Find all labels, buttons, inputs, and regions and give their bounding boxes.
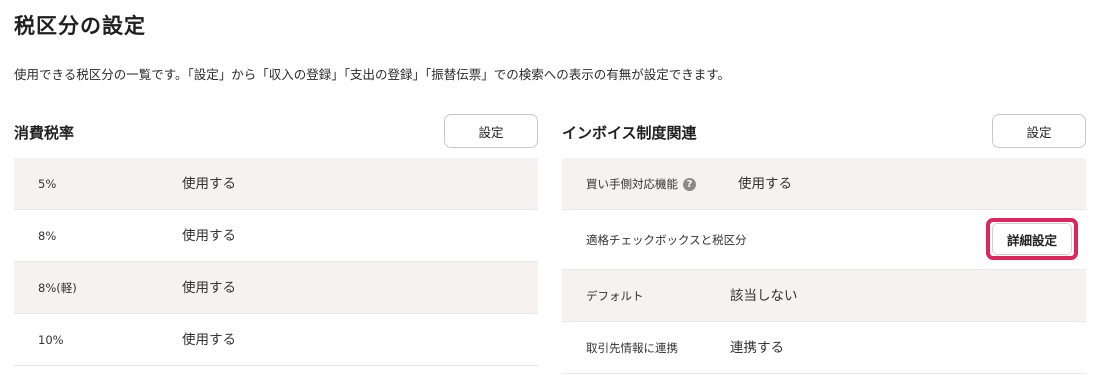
- invoice-settings-button[interactable]: 設定: [992, 114, 1086, 148]
- checkbox-section-row: 適格チェックボックスと税区分 詳細設定: [562, 210, 1086, 270]
- detail-settings-button[interactable]: 詳細設定: [992, 223, 1072, 255]
- tax-rate-row: 8%(軽) 使用する: [14, 262, 538, 314]
- default-value: 該当しない: [730, 288, 798, 304]
- tax-rate-row: 10% 使用する: [14, 314, 538, 366]
- partner-link-value: 連携する: [730, 340, 784, 356]
- buyer-feature-label: 買い手側対応機能: [586, 177, 678, 191]
- partner-link-label: 取引先情報に連携: [586, 341, 678, 355]
- tax-rate-status: 使用する: [182, 228, 236, 244]
- detail-settings-highlight: 詳細設定: [986, 218, 1078, 260]
- tax-rate-status: 使用する: [182, 332, 236, 348]
- tax-rate-label: 8%: [38, 229, 57, 243]
- tax-rate-label: 5%: [38, 177, 57, 191]
- default-label: デフォルト: [586, 289, 644, 303]
- consumption-tax-settings-button[interactable]: 設定: [444, 114, 538, 148]
- buyer-feature-row: 買い手側対応機能? 使用する: [562, 158, 1086, 210]
- tax-rate-list: 5% 使用する 8% 使用する 8%(軽) 使用する 10% 使用する: [14, 158, 538, 366]
- default-row: デフォルト 該当しない: [562, 270, 1086, 322]
- page-description: 使用できる税区分の一覧です。「設定」から「収入の登録」「支出の登録」「振替伝票」…: [14, 67, 731, 82]
- partner-link-row: 取引先情報に連携 連携する: [562, 322, 1086, 374]
- invoice-panel: インボイス制度関連 設定 買い手側対応機能? 使用する 適格チェックボックスと税…: [562, 114, 1086, 374]
- invoice-header: インボイス制度関連 設定: [562, 114, 1086, 158]
- invoice-title: インボイス制度関連: [562, 124, 697, 142]
- help-icon[interactable]: ?: [683, 178, 696, 191]
- tax-rate-status: 使用する: [182, 280, 236, 296]
- consumption-tax-panel: 消費税率 設定 5% 使用する 8% 使用する 8%(軽) 使用する 10% 使…: [14, 114, 538, 366]
- tax-rate-label: 8%(軽): [38, 281, 77, 295]
- tax-rate-row: 5% 使用する: [14, 158, 538, 210]
- checkbox-section-label: 適格チェックボックスと税区分: [586, 233, 747, 247]
- buyer-feature-value: 使用する: [738, 176, 792, 192]
- tax-rate-row: 8% 使用する: [14, 210, 538, 262]
- tax-rate-status: 使用する: [182, 176, 236, 192]
- buyer-feature-label-wrap: 買い手側対応機能?: [586, 158, 696, 210]
- consumption-tax-title: 消費税率: [14, 124, 75, 142]
- consumption-tax-header: 消費税率 設定: [14, 114, 538, 158]
- page-title: 税区分の設定: [14, 14, 146, 38]
- tax-rate-label: 10%: [38, 333, 64, 347]
